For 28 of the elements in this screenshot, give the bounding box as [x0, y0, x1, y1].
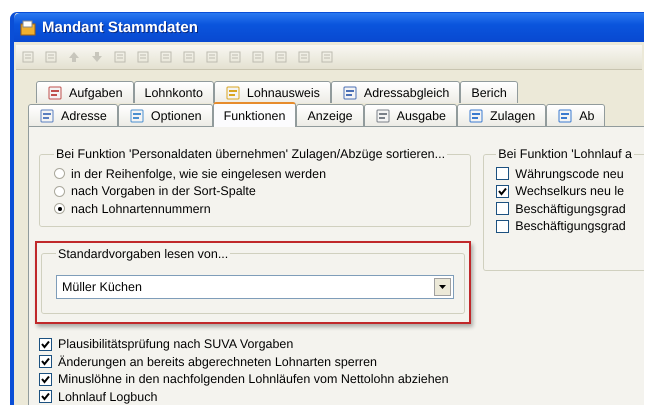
tab[interactable]: Adresse — [28, 104, 118, 126]
tab[interactable]: Optionen — [118, 104, 213, 126]
group-label: Bei Funktion 'Personaldaten übernehmen' Zulagen/Abzüge sortieren... — [55, 147, 446, 161]
checkbox-label: Wechselkurs neu le — [515, 184, 624, 198]
tab[interactable]: Ausgabe — [364, 104, 457, 126]
window-title: Mandant Stammdaten — [42, 19, 198, 36]
tab[interactable]: Anzeige — [296, 104, 364, 126]
tab[interactable]: Zulagen — [457, 104, 546, 126]
checkbox-label: Plausibilitätsprüfung nach SUVA Vorgaben — [58, 337, 294, 352]
checkbox-label: Beschäftigungsgrad — [515, 219, 626, 234]
tab[interactable]: Berich — [460, 81, 518, 103]
checkbox-label: Beschäftigungsgrad — [515, 202, 626, 216]
radio-label: nach Vorgaben in der Sort-Spalte — [71, 184, 256, 198]
radio-label: in der Reihenfolge, wie sie eingelesen werden — [71, 166, 326, 181]
tab[interactable]: Ab — [546, 104, 606, 126]
checkbox-label: Änderungen an bereits abgerechneten Lohnarten sperren — [58, 354, 377, 369]
tab[interactable]: Funktionen — [212, 102, 296, 127]
checkbox-label: Lohnlauf Logbuch — [58, 390, 158, 404]
radio-label: nach Lohnartennummern — [71, 202, 211, 216]
dropdown[interactable]: Müller Küchen — [56, 274, 454, 298]
checkbox-label: Währungscode neu — [515, 166, 624, 181]
tab[interactable]: Lohnausweis — [214, 81, 331, 103]
tab[interactable]: Aufgaben — [36, 81, 134, 103]
group-label: Standardvorgaben lesen von... — [57, 246, 230, 260]
tab[interactable]: Adressabgleich — [330, 81, 460, 103]
tab[interactable]: Lohnkonto — [134, 81, 214, 103]
checkbox-label: Minuslöhne in den nachfolgenden Lohnläufen vom Nettolohn abziehen — [58, 372, 449, 386]
group-label: Bei Funktion 'Lohnlauf a — [497, 147, 633, 161]
